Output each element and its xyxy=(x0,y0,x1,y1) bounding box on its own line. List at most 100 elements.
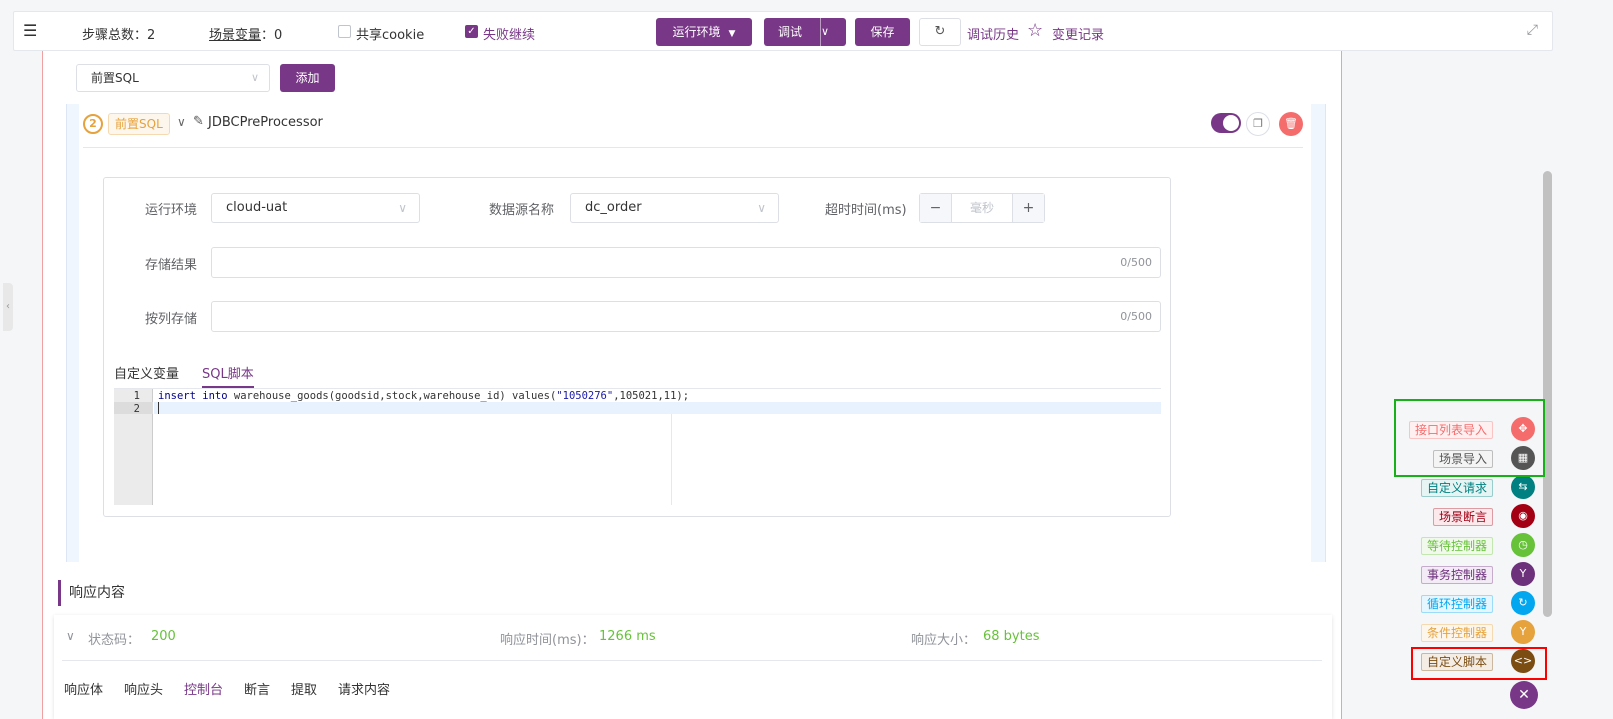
line-number: 2 xyxy=(133,403,140,415)
processor-type-select[interactable]: 前置SQL ∨ xyxy=(76,64,270,92)
step-number-badge: 2 xyxy=(83,114,103,134)
run-env-select[interactable]: cloud-uat ∨ xyxy=(211,193,420,223)
debug-history-link[interactable]: 调试历史 xyxy=(967,24,1019,43)
sql-text: ,105021,11); xyxy=(613,390,690,402)
share-cookie-label: 共享cookie xyxy=(356,28,425,43)
fab-item[interactable]: 循环控制器 ↻ xyxy=(1395,591,1545,617)
jdbc-preprocessor-card: 2 前置SQL ∨ ✎ JDBCPreProcessor ❐ 🗑 运行环境 cl… xyxy=(66,104,1326,562)
step-enable-toggle[interactable] xyxy=(1211,113,1241,133)
response-time-value: 1266 ms xyxy=(599,629,656,644)
copy-icon: ❐ xyxy=(1253,117,1263,130)
assert-icon[interactable]: ◉ xyxy=(1511,504,1535,528)
datasource-field-label: 数据源名称 xyxy=(489,203,555,218)
fab-item-label[interactable]: 事务控制器 xyxy=(1420,566,1493,584)
chevron-left-icon: ‹ xyxy=(6,301,10,312)
refresh-icon: ↻ xyxy=(934,24,946,39)
datasource-select-value: dc_order xyxy=(585,200,642,215)
scene-variable-link[interactable]: 场景变量 xyxy=(209,24,261,43)
plus-icon[interactable]: + xyxy=(1012,194,1044,222)
star-icon[interactable]: ☆ xyxy=(1027,20,1043,41)
fab-item-label[interactable]: 循环控制器 xyxy=(1420,595,1493,613)
fab-item-label[interactable]: 等待控制器 xyxy=(1420,537,1493,555)
save-button[interactable]: 保存 xyxy=(855,18,910,46)
sql-string: "1050276" xyxy=(556,390,614,402)
add-button[interactable]: 添加 xyxy=(280,64,335,92)
store-by-column-field-label: 按列存储 xyxy=(145,312,198,327)
run-environment-label: 运行环境 xyxy=(672,25,721,39)
trash-icon: 🗑 xyxy=(1284,117,1298,130)
branch-icon[interactable]: Y xyxy=(1511,562,1535,586)
tab-console[interactable]: 控制台 xyxy=(184,679,223,698)
sql-code-editor[interactable]: 1 2 insert into warehouse_goods(goodsid,… xyxy=(114,389,1161,505)
debug-label: 调试 xyxy=(778,25,803,39)
code-line: insert into warehouse_goods(goodsid,stoc… xyxy=(158,390,689,403)
response-card: ∨ 状态码： 200 响应时间(ms)： 1266 ms 响应大小： 68 by… xyxy=(54,615,1332,719)
chevron-down-icon: ∨ xyxy=(398,201,407,215)
tab-extract[interactable]: 提取 xyxy=(291,679,317,698)
fab-item[interactable]: 事务控制器 Y xyxy=(1395,562,1545,588)
close-icon: ✕ xyxy=(1518,687,1530,703)
edit-icon[interactable]: ✎ xyxy=(193,114,204,129)
fab-item-label[interactable]: 自定义请求 xyxy=(1420,479,1493,497)
tab-response-body[interactable]: 响应体 xyxy=(64,679,103,698)
response-size-label: 响应大小： xyxy=(911,633,977,648)
step-type-tag: 前置SQL xyxy=(108,113,170,135)
datasource-select[interactable]: dc_order ∨ xyxy=(570,193,779,223)
fail-continue-checkbox[interactable]: ✓ xyxy=(465,25,478,38)
copy-step-button[interactable]: ❐ xyxy=(1246,112,1270,136)
tab-response-headers[interactable]: 响应头 xyxy=(124,679,163,698)
change-record-link[interactable]: 变更记录 xyxy=(1052,24,1104,43)
chevron-down-icon[interactable]: ∨ xyxy=(177,115,186,129)
add-label: 添加 xyxy=(295,71,320,85)
fork-icon[interactable]: Y xyxy=(1511,620,1535,644)
text-cursor xyxy=(158,402,159,414)
sql-keyword: insert xyxy=(158,390,196,402)
card-divider xyxy=(83,147,1303,148)
run-env-field-label: 运行环境 xyxy=(145,203,198,218)
char-counter: 0/500 xyxy=(1120,256,1152,269)
fab-item[interactable]: 自定义请求 ⇆ xyxy=(1395,475,1545,501)
status-code-label: 状态码： xyxy=(88,633,141,648)
collapse-sidebar-handle[interactable]: ‹ xyxy=(3,283,13,331)
fab-item[interactable]: 场景断言 ◉ xyxy=(1395,504,1545,530)
char-counter: 0/500 xyxy=(1120,310,1152,323)
print-margin xyxy=(671,414,672,505)
store-result-field-label: 存储结果 xyxy=(145,258,198,273)
fab-item-label[interactable]: 条件控制器 xyxy=(1420,624,1493,642)
response-divider xyxy=(62,660,1322,661)
jdbc-config-form: 运行环境 cloud-uat ∨ 数据源名称 dc_order ∨ 超时时间(m… xyxy=(103,177,1171,517)
share-cookie-checkbox[interactable] xyxy=(338,25,351,38)
store-result-input[interactable]: 0/500 xyxy=(211,247,1161,278)
fab-item-label[interactable]: 场景断言 xyxy=(1432,508,1493,526)
response-time-label: 响应时间(ms)： xyxy=(500,633,595,648)
tab-custom-variables[interactable]: 自定义变量 xyxy=(114,363,179,382)
tab-assertions[interactable]: 断言 xyxy=(244,679,270,698)
refresh-button[interactable]: ↻ xyxy=(919,18,961,46)
clock-icon[interactable]: ◷ xyxy=(1511,533,1535,557)
response-size-value: 68 bytes xyxy=(983,629,1040,644)
debug-button[interactable]: 调试 ∨ xyxy=(764,18,846,46)
menu-icon[interactable]: ☰ xyxy=(23,21,37,40)
status-code-value: 200 xyxy=(151,629,176,644)
tab-request-content[interactable]: 请求内容 xyxy=(338,679,390,698)
fullscreen-icon[interactable]: ⤢ xyxy=(1527,22,1538,38)
loop-icon[interactable]: ↻ xyxy=(1511,591,1535,615)
store-by-column-input[interactable]: 0/500 xyxy=(211,301,1161,332)
step-count: 步骤总数：2 xyxy=(82,28,156,43)
caret-down-icon: ▼ xyxy=(728,29,736,39)
sliders-icon[interactable]: ⇆ xyxy=(1511,475,1535,499)
tab-sql-script[interactable]: SQL脚本 xyxy=(202,363,254,388)
minus-icon[interactable]: − xyxy=(920,194,952,222)
active-line-highlight xyxy=(154,402,1161,414)
fab-item[interactable]: 条件控制器 Y xyxy=(1395,620,1545,646)
chevron-down-icon[interactable]: ∨ xyxy=(66,629,75,643)
timeout-stepper[interactable]: − 毫秒 + xyxy=(919,193,1045,223)
delete-step-button[interactable]: 🗑 xyxy=(1279,112,1303,136)
close-fab-button[interactable]: ✕ xyxy=(1510,681,1538,709)
sql-text: warehouse_goods(goodsid,stock,warehouse_… xyxy=(227,390,557,402)
fab-item[interactable]: 等待控制器 ◷ xyxy=(1395,533,1545,559)
step-name[interactable]: JDBCPreProcessor xyxy=(208,115,323,130)
chevron-down-icon[interactable]: ∨ xyxy=(820,18,846,46)
run-environment-button[interactable]: 运行环境 ▼ xyxy=(656,18,752,46)
highlight-box-red xyxy=(1411,647,1547,680)
